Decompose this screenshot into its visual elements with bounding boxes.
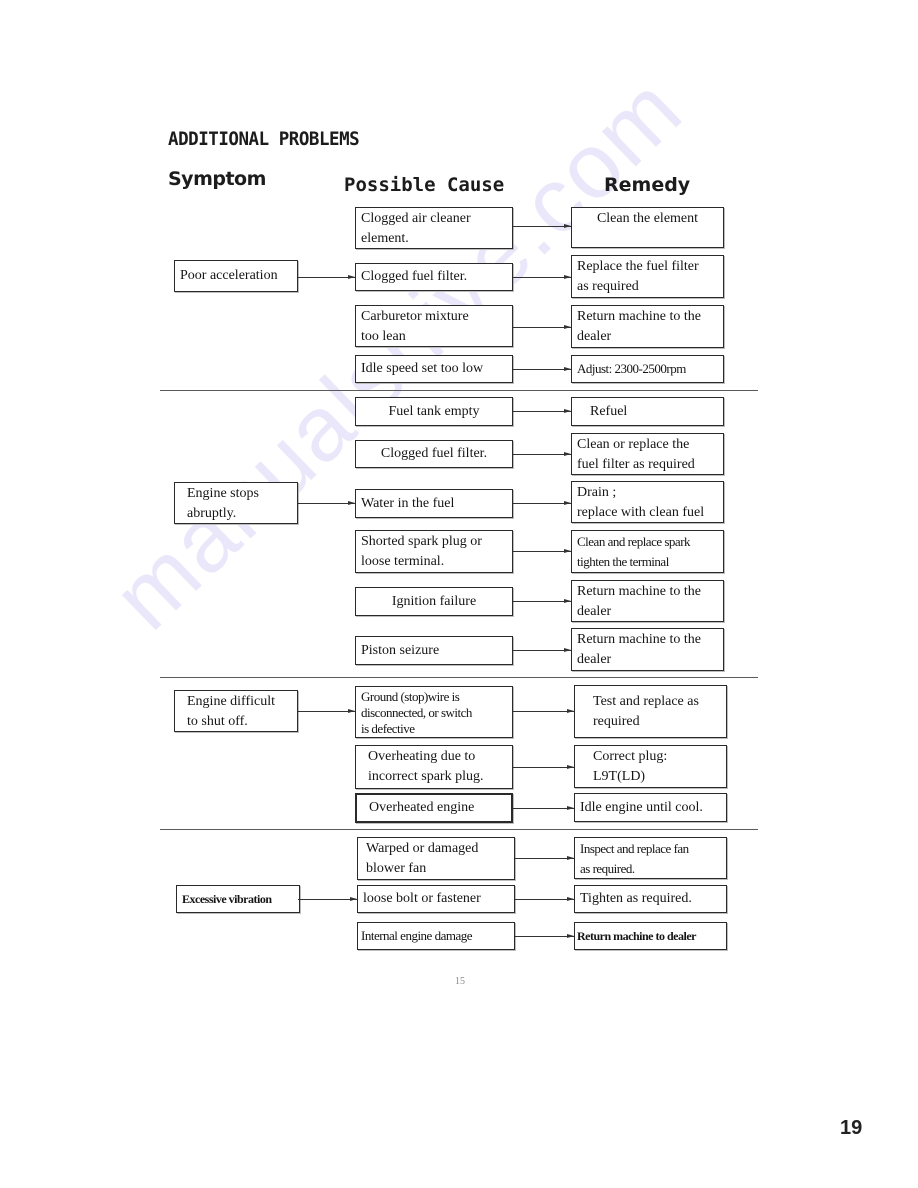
cause-box: Carburetor mixture too lean [355,305,513,347]
remedy-box: Replace the fuel filter as required [571,255,724,298]
remedy-box: Tighten as required. [574,885,727,913]
page-number: 19 [840,1117,863,1139]
remedy-box: Idle engine until cool. [574,793,727,822]
cause-box: Warped or damaged blower fan [357,837,515,880]
cause-box: Internal engine damage [357,922,515,950]
column-header-symptom: Symptom [168,168,266,190]
remedy-box: Refuel [571,397,724,426]
connector-arrow [513,599,571,603]
connector-arrow [513,501,571,505]
connector-arrow [515,856,574,860]
connector-arrow [513,549,571,553]
connector-arrow [513,452,571,456]
connector-arrow [513,367,571,371]
section-divider [160,829,758,830]
remedy-box: Inspect and replace fan as required. [574,837,727,879]
remedy-box: Drain ; replace with clean fuel [571,481,724,523]
section-divider [160,677,758,678]
connector-arrow [298,709,355,713]
connector-arrow [513,806,574,810]
cause-box: Shorted spark plug or loose terminal. [355,530,513,573]
section-divider [160,390,758,391]
connector-arrow [513,765,574,769]
column-header-remedy: Remedy [604,174,691,196]
remedy-box: Clean the element [571,207,724,248]
cause-box: Ground (stop)wire is disconnected, or sw… [355,686,513,738]
connector-arrow [298,897,357,901]
remedy-box: Adjust: 2300-2500rpm [571,355,724,383]
remedy-box: Correct plug: L9T(LD) [574,745,727,788]
connector-arrow [513,275,571,279]
connector-arrow [515,897,574,901]
column-header-possible-cause: Possible Cause [344,174,505,196]
symptom-box: Engine stops abruptly. [174,482,298,524]
symptom-box: Excessive vibration [176,885,300,913]
cause-box: Clogged air cleaner element. [355,207,513,249]
remedy-box: Clean or replace the fuel filter as requ… [571,433,724,475]
connector-arrow [298,275,355,279]
connector-arrow [513,409,571,413]
remedy-box: Return machine to the dealer [571,628,724,671]
cause-box: loose bolt or fastener [357,885,515,913]
connector-arrow [513,709,574,713]
remedy-box: Return machine to the dealer [571,580,724,622]
cause-box: Idle speed set too low [355,355,513,383]
connector-arrow [513,325,571,329]
cause-box: Overheated engine [355,793,513,823]
remedy-box: Clean and replace spark tighten the term… [571,530,724,573]
remedy-box: Return machine to the dealer [571,305,724,348]
remedy-box: Test and replace as required [574,685,727,738]
cause-box: Piston seizure [355,636,513,665]
cause-box: Overheating due to incorrect spark plug. [355,745,513,789]
connector-arrow [298,501,355,505]
printed-page-number: 15 [455,976,465,987]
connector-arrow [513,648,571,652]
connector-arrow [513,224,571,228]
cause-box: Clogged fuel filter. [355,440,513,468]
cause-box: Ignition failure [355,587,513,616]
symptom-box: Engine difficult to shut off. [174,690,298,732]
page-title: ADDITIONAL PROBLEMS [168,128,360,150]
symptom-box: Poor acceleration [174,260,298,292]
remedy-box: Return machine to dealer [574,922,727,950]
cause-box: Fuel tank empty [355,397,513,426]
cause-box: Clogged fuel filter. [355,263,513,291]
connector-arrow [515,934,574,938]
cause-box: Water in the fuel [355,489,513,518]
